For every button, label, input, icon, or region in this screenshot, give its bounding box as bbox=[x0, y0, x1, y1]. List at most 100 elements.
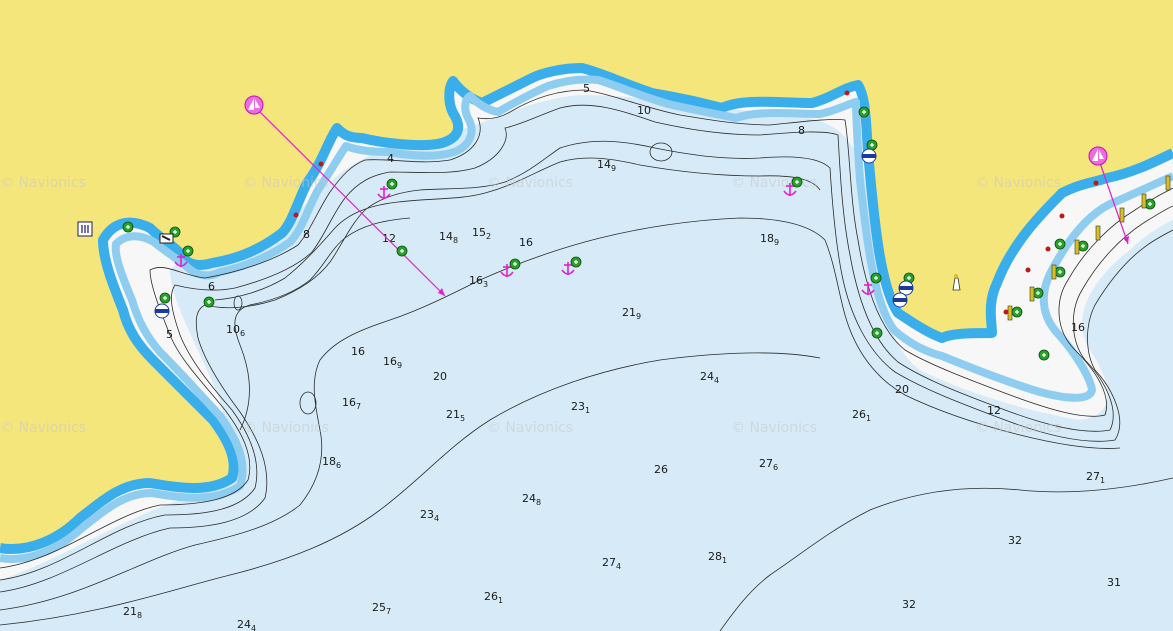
sounding-decimal: 9 bbox=[611, 164, 616, 173]
mooring-icon[interactable] bbox=[122, 221, 134, 233]
depth-sounding: 16 bbox=[351, 345, 365, 358]
beacon-icon[interactable] bbox=[1095, 225, 1101, 241]
sounding-value: 8 bbox=[303, 228, 310, 241]
watermark-text: © Navionics bbox=[0, 420, 86, 436]
beacon-icon[interactable] bbox=[1165, 175, 1171, 191]
rock-icon[interactable] bbox=[293, 212, 299, 218]
sounding-value: 16 bbox=[519, 236, 533, 249]
mooring-icon[interactable] bbox=[1032, 287, 1044, 299]
rock-icon[interactable] bbox=[1093, 180, 1099, 186]
watermark-text: © Navionics bbox=[975, 175, 1061, 191]
beacon-icon[interactable] bbox=[1029, 286, 1035, 302]
sounding-value: 14 bbox=[439, 230, 453, 243]
mooring-icon[interactable] bbox=[1077, 240, 1089, 252]
buoy-icon[interactable] bbox=[154, 303, 170, 319]
watermark-text: © Navionics bbox=[487, 175, 573, 191]
sounding-value: 24 bbox=[522, 492, 536, 505]
mooring-icon[interactable] bbox=[1011, 306, 1023, 318]
sounding-value: 21 bbox=[123, 605, 137, 618]
sounding-value: 23 bbox=[571, 400, 585, 413]
buoy-icon[interactable] bbox=[892, 292, 908, 308]
mooring-icon[interactable] bbox=[570, 256, 582, 268]
nautical-chart[interactable]: © Navionics © Navionics © Navionics © Na… bbox=[0, 0, 1173, 631]
depth-sounding: 20 bbox=[433, 370, 447, 383]
rock-icon[interactable] bbox=[1045, 246, 1051, 252]
sounding-decimal: 9 bbox=[397, 361, 402, 370]
sounding-decimal: 6 bbox=[336, 461, 341, 470]
depth-sounding: 10 bbox=[637, 104, 651, 117]
rock-icon[interactable] bbox=[1003, 309, 1009, 315]
sounding-decimal: 9 bbox=[636, 312, 641, 321]
sounding-value: 32 bbox=[902, 598, 916, 611]
sounding-decimal: 4 bbox=[616, 562, 621, 571]
marina-flag-icon[interactable] bbox=[159, 233, 174, 244]
sounding-value: 32 bbox=[1008, 534, 1022, 547]
beacon-icon[interactable] bbox=[1119, 207, 1125, 223]
sounding-decimal: 1 bbox=[1100, 476, 1105, 485]
beacon-icon[interactable] bbox=[1141, 193, 1147, 209]
rock-icon[interactable] bbox=[1059, 213, 1065, 219]
mooring-icon[interactable] bbox=[871, 327, 883, 339]
depth-sounding: 8 bbox=[798, 124, 805, 137]
depth-sounding: 12 bbox=[987, 404, 1001, 417]
sounding-decimal: 4 bbox=[434, 514, 439, 523]
sounding-value: 10 bbox=[226, 323, 240, 336]
chart-canvas[interactable]: © Navionics © Navionics © Navionics © Na… bbox=[0, 0, 1173, 631]
restaurant-icon[interactable] bbox=[77, 221, 93, 237]
mooring-icon[interactable] bbox=[182, 245, 194, 257]
mooring-icon[interactable] bbox=[386, 178, 398, 190]
beacon-icon[interactable] bbox=[1007, 305, 1013, 321]
sounding-value: 5 bbox=[166, 328, 173, 341]
sounding-value: 16 bbox=[469, 274, 483, 287]
mooring-icon[interactable] bbox=[870, 272, 882, 284]
mooring-icon[interactable] bbox=[203, 296, 215, 308]
sounding-value: 4 bbox=[387, 152, 394, 165]
depth-sounding: 4 bbox=[387, 152, 394, 165]
depth-sounding: 32 bbox=[902, 598, 916, 611]
sounding-value: 15 bbox=[472, 226, 486, 239]
depth-sounding: 8 bbox=[303, 228, 310, 241]
sounding-value: 18 bbox=[760, 232, 774, 245]
depth-sounding: 31 bbox=[1107, 576, 1121, 589]
watermark-text: © Navionics bbox=[975, 420, 1061, 436]
mooring-icon[interactable] bbox=[1038, 349, 1050, 361]
sounding-decimal: 8 bbox=[536, 498, 541, 507]
depth-sounding: 16 bbox=[1071, 321, 1085, 334]
sounding-decimal: 7 bbox=[386, 607, 391, 616]
mooring-icon[interactable] bbox=[791, 176, 803, 188]
rock-icon[interactable] bbox=[844, 90, 850, 96]
sounding-value: 12 bbox=[382, 232, 396, 245]
beacon-icon[interactable] bbox=[1051, 264, 1057, 280]
sounding-value: 26 bbox=[852, 408, 866, 421]
sounding-value: 6 bbox=[208, 280, 215, 293]
buoy-icon[interactable] bbox=[861, 148, 877, 164]
sounding-value: 27 bbox=[759, 457, 773, 470]
rock-icon[interactable] bbox=[1025, 267, 1031, 273]
depth-sounding: 12 bbox=[382, 232, 396, 245]
rock-icon[interactable] bbox=[318, 161, 324, 167]
mooring-icon[interactable] bbox=[1144, 198, 1156, 210]
sounding-value: 28 bbox=[708, 550, 722, 563]
sounding-value: 24 bbox=[237, 618, 251, 631]
mooring-icon[interactable] bbox=[858, 106, 870, 118]
mooring-icon[interactable] bbox=[396, 245, 408, 257]
sounding-value: 27 bbox=[1086, 470, 1100, 483]
mooring-icon[interactable] bbox=[1054, 266, 1066, 278]
sounding-decimal: 5 bbox=[460, 414, 465, 423]
sounding-decimal: 6 bbox=[773, 463, 778, 472]
depth-sounding: 16 bbox=[519, 236, 533, 249]
sounding-decimal: 9 bbox=[774, 238, 779, 247]
sounding-value: 20 bbox=[895, 383, 909, 396]
sounding-decimal: 8 bbox=[137, 611, 142, 620]
sounding-value: 27 bbox=[602, 556, 616, 569]
sounding-value: 12 bbox=[987, 404, 1001, 417]
beacon-icon[interactable] bbox=[1074, 239, 1080, 255]
mooring-icon[interactable] bbox=[866, 139, 878, 151]
sounding-value: 10 bbox=[637, 104, 651, 117]
mooring-icon[interactable] bbox=[159, 292, 171, 304]
sounding-value: 24 bbox=[700, 370, 714, 383]
mooring-icon[interactable] bbox=[1054, 238, 1066, 250]
watermark-text: © Navionics bbox=[487, 420, 573, 436]
mooring-icon[interactable] bbox=[509, 258, 521, 270]
sounding-decimal: 4 bbox=[251, 624, 256, 631]
